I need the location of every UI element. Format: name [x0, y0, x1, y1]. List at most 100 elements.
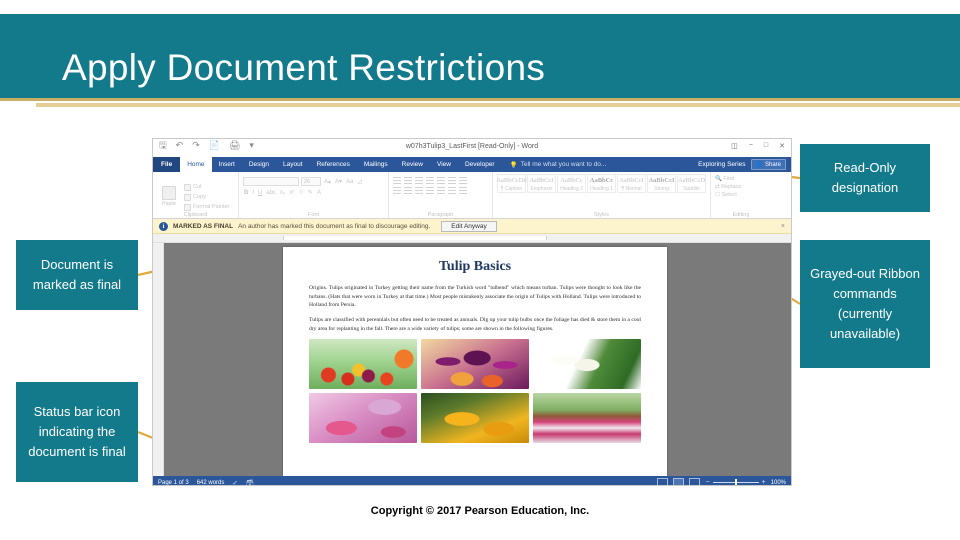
account-name[interactable]: Exploring Series: [698, 161, 745, 168]
ribbon-group-clipboard: Paste Cut Copy Format Painter Clipboard: [153, 172, 239, 218]
zoom-slider-track[interactable]: [712, 479, 759, 485]
shading-icon[interactable]: [448, 187, 456, 194]
cut-button[interactable]: Cut: [184, 183, 229, 191]
proofing-icon[interactable]: ✓: [232, 479, 237, 486]
style-heading-1[interactable]: AaBbCc Heading 1: [587, 174, 616, 193]
ribbon-group-font-label: Font: [307, 212, 319, 218]
font-color-icon[interactable]: A: [316, 190, 322, 196]
shrink-font-icon[interactable]: A▾: [334, 178, 343, 185]
decrease-indent-icon[interactable]: [426, 177, 434, 184]
ribbon-group-styles: AaBbCcDd ¶ Caption AaBbCcI Emphasis AaBb…: [493, 172, 711, 218]
word-title-bar: 🖫 ↶ ↷ 📄 🖨 ▾ w07h3Tulip3_LastFirst [Read-…: [153, 139, 791, 157]
change-case-icon[interactable]: Aa: [345, 179, 354, 185]
restore-icon[interactable]: □: [764, 142, 768, 150]
zoom-slider-thumb[interactable]: [734, 479, 737, 485]
font-size-input[interactable]: 26: [301, 177, 321, 186]
strikethrough-icon[interactable]: abc: [265, 190, 277, 196]
style-caption-sample: AaBbCcDd: [496, 177, 527, 184]
format-painter-label: Format Painter: [193, 204, 230, 210]
underline-icon[interactable]: U: [257, 190, 263, 196]
align-center-icon[interactable]: [404, 187, 412, 194]
align-left-icon[interactable]: [393, 187, 401, 194]
zoom-level[interactable]: 100%: [771, 480, 786, 486]
minimize-icon[interactable]: −: [749, 142, 753, 150]
marked-as-final-icon[interactable]: 🗃: [246, 479, 254, 486]
word-application-window: 🖫 ↶ ↷ 📄 🖨 ▾ w07h3Tulip3_LastFirst [Read-…: [152, 138, 792, 486]
replace-label: Replace: [721, 184, 742, 190]
bullets-icon[interactable]: [393, 177, 401, 184]
find-button[interactable]: 🔍 Find: [715, 176, 767, 182]
sort-icon[interactable]: [448, 177, 456, 184]
style-heading-2-name: Heading 2: [560, 186, 583, 192]
clear-formatting-icon[interactable]: ◿: [356, 178, 363, 185]
font-name-input[interactable]: [243, 177, 299, 186]
copy-button[interactable]: Copy: [184, 193, 229, 201]
white-tulip-bouquet-image[interactable]: [533, 339, 641, 390]
line-spacing-icon[interactable]: [437, 187, 445, 194]
borders-icon[interactable]: [459, 187, 467, 194]
red-and-yellow-tulip-field-image[interactable]: [309, 339, 417, 390]
message-bar-close-icon[interactable]: ×: [781, 223, 785, 230]
tulip-lined-forest-path-image[interactable]: [533, 393, 641, 444]
close-icon[interactable]: ✕: [779, 142, 785, 150]
bold-icon[interactable]: B: [243, 190, 249, 196]
read-mode-view-button[interactable]: [657, 478, 669, 485]
superscript-icon[interactable]: x²: [288, 190, 295, 196]
replace-button[interactable]: ⇄ Replace: [715, 184, 767, 190]
style-heading-2[interactable]: AaBbCc Heading 2: [557, 174, 586, 193]
ribbon-display-options-icon[interactable]: ◫: [731, 142, 738, 150]
italic-icon[interactable]: I: [251, 190, 255, 196]
word-status-bar: Page 1 of 3 642 words ✓ 🗃 − + 100%: [153, 476, 791, 486]
style-normal[interactable]: AaBbCcI ¶ Normal: [617, 174, 646, 193]
show-formatting-marks-icon[interactable]: [459, 177, 467, 184]
style-emphasis-sample: AaBbCcI: [529, 177, 554, 184]
ribbon-group-paragraph-label: Paragraph: [427, 212, 454, 218]
tab-developer[interactable]: Developer: [458, 157, 502, 172]
tab-design[interactable]: Design: [242, 157, 276, 172]
document-paragraph: Tulips are classified with perennials bu…: [309, 316, 641, 332]
grow-font-icon[interactable]: A▴: [323, 178, 332, 185]
tab-view[interactable]: View: [430, 157, 458, 172]
purple-and-magenta-tulips-image[interactable]: [421, 339, 529, 390]
print-layout-view-button[interactable]: [673, 478, 685, 485]
tab-mailings[interactable]: Mailings: [357, 157, 395, 172]
yellow-tulips-closeup-image[interactable]: [421, 393, 529, 444]
style-subtitle-name: Subtitle: [683, 186, 700, 192]
zoom-slider[interactable]: − +: [705, 479, 766, 485]
tell-me-search[interactable]: 💡 Tell me what you want to do...: [502, 157, 607, 172]
text-effects-icon[interactable]: ☉: [297, 189, 304, 196]
zoom-in-icon[interactable]: +: [762, 479, 766, 485]
style-strong[interactable]: AaBbCcI Strong: [647, 174, 676, 193]
style-subtitle[interactable]: AaBbCcD Subtitle: [677, 174, 706, 193]
increase-indent-icon[interactable]: [437, 177, 445, 184]
share-button[interactable]: 👤 Share: [750, 159, 786, 170]
document-page[interactable]: Tulip Basics Origins. Tulips originated …: [283, 247, 667, 476]
multilevel-list-icon[interactable]: [415, 177, 423, 184]
style-caption[interactable]: AaBbCcDd ¶ Caption: [496, 174, 527, 193]
page-number-status[interactable]: Page 1 of 3: [158, 480, 189, 486]
select-button[interactable]: ☐ Select: [715, 192, 767, 198]
tab-file[interactable]: File: [153, 157, 181, 172]
word-count-status[interactable]: 642 words: [197, 480, 225, 486]
format-painter-button[interactable]: Format Painter: [184, 203, 230, 211]
tab-review[interactable]: Review: [395, 157, 430, 172]
text-highlight-icon[interactable]: ✎: [307, 189, 314, 196]
document-canvas: Tulip Basics Origins. Tulips originated …: [153, 243, 791, 476]
horizontal-ruler[interactable]: [153, 234, 791, 243]
justify-icon[interactable]: [426, 187, 434, 194]
vertical-ruler[interactable]: [153, 243, 164, 476]
style-normal-sample: AaBbCcI: [619, 177, 644, 184]
tab-insert[interactable]: Insert: [212, 157, 242, 172]
align-right-icon[interactable]: [415, 187, 423, 194]
style-emphasis[interactable]: AaBbCcI Emphasis: [527, 174, 556, 193]
tab-home[interactable]: Home: [180, 157, 212, 172]
zoom-out-icon[interactable]: −: [705, 479, 709, 485]
edit-anyway-button[interactable]: Edit Anyway: [441, 220, 497, 232]
web-layout-view-button[interactable]: [689, 478, 701, 485]
copy-icon: [184, 193, 191, 201]
tab-layout[interactable]: Layout: [276, 157, 310, 172]
tab-references[interactable]: References: [310, 157, 357, 172]
numbering-icon[interactable]: [404, 177, 412, 184]
subscript-icon[interactable]: x₂: [279, 190, 286, 196]
pink-and-lavender-tulips-image[interactable]: [309, 393, 417, 444]
